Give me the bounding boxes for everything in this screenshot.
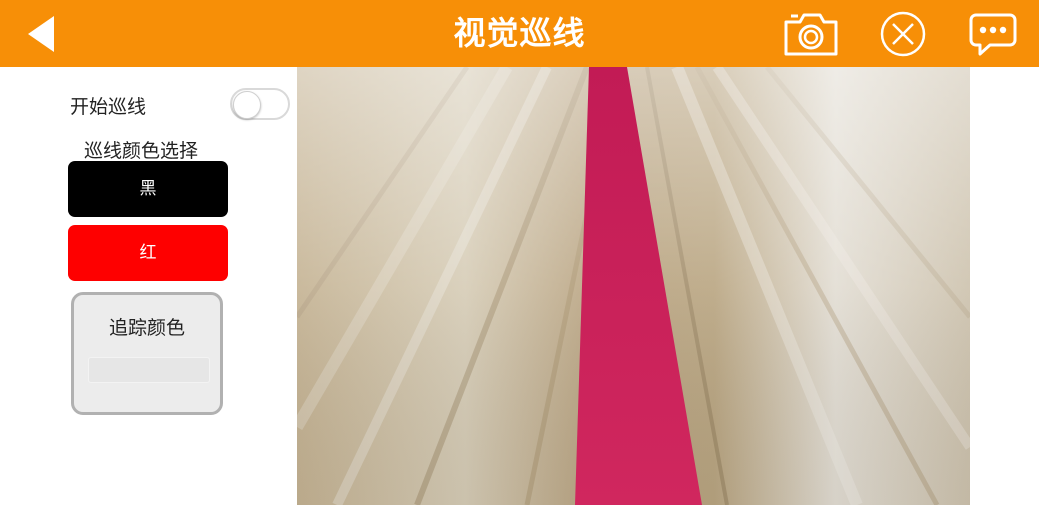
back-button[interactable] (22, 14, 62, 54)
start-line-toggle[interactable] (230, 88, 290, 120)
black-color-button[interactable]: 黑 (68, 161, 228, 217)
close-button[interactable] (878, 10, 928, 58)
top-bar: 视觉巡线 (0, 0, 1039, 67)
red-color-button[interactable]: 红 (68, 225, 228, 281)
chat-icon (969, 13, 1017, 56)
track-color-panel: 追踪颜色 (71, 292, 223, 415)
close-icon (880, 11, 926, 57)
color-select-title: 巡线颜色选择 (84, 140, 199, 162)
back-icon (28, 16, 54, 52)
camera-feed-image (291, 63, 975, 508)
track-color-swatch (88, 357, 210, 383)
toggle-knob (233, 91, 261, 119)
chat-button[interactable] (968, 10, 1018, 58)
start-line-label: 开始巡线 (70, 96, 147, 118)
camera-button[interactable] (782, 10, 838, 58)
track-color-label: 追踪颜色 (108, 317, 185, 339)
camera-view (291, 63, 975, 508)
camera-icon (784, 13, 838, 56)
